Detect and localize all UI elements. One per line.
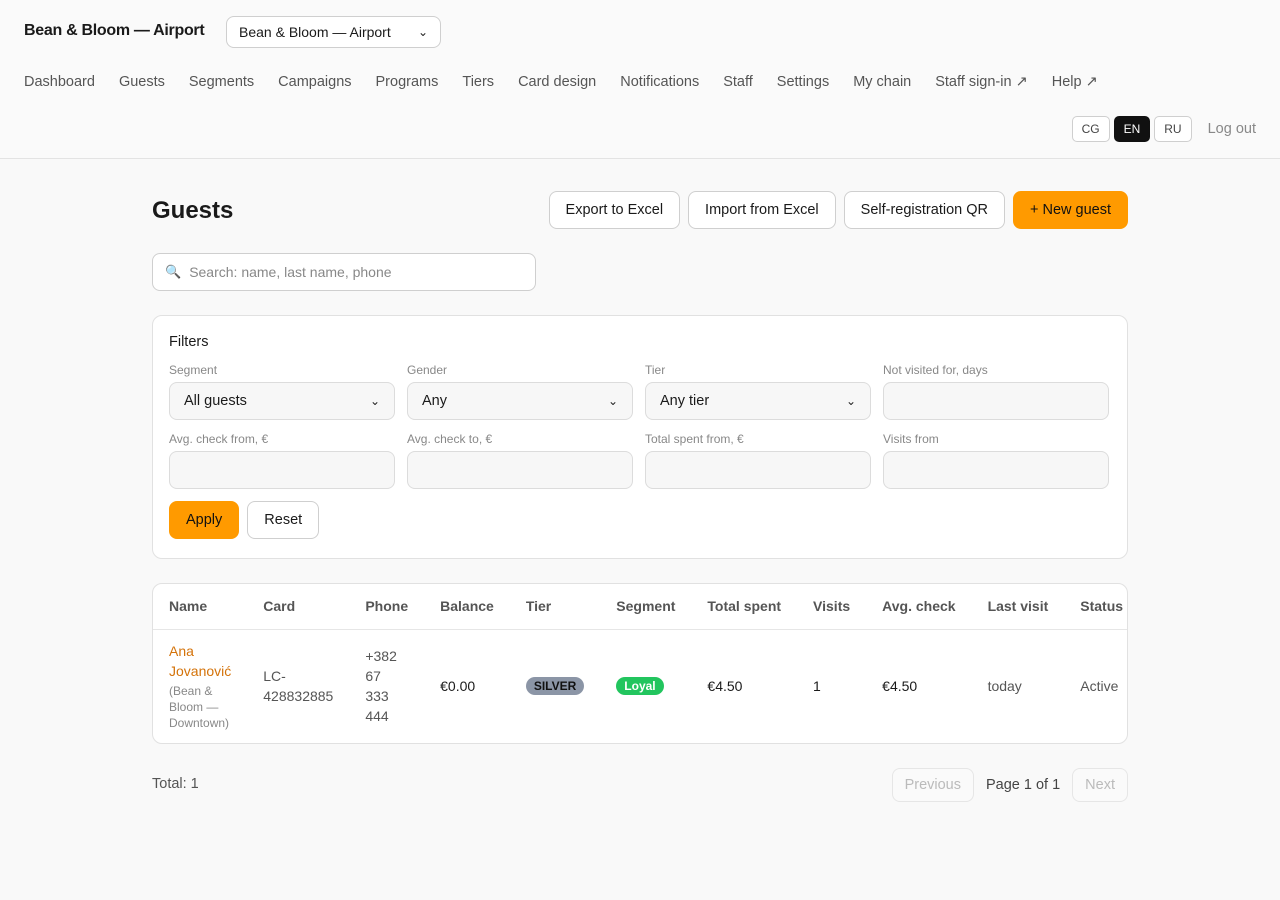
logout-link[interactable]: Log out (1208, 121, 1256, 137)
tier-select[interactable]: Any tier ⌄ (645, 382, 871, 420)
reset-button[interactable]: Reset (247, 501, 320, 539)
table-header-row: Name Card Phone Balance Tier Segment Tot… (153, 584, 1127, 630)
column-header: Total spent (691, 584, 798, 630)
avg-check-cell: €4.50 (882, 678, 918, 695)
nav-card-design[interactable]: Card design (518, 72, 596, 92)
nav-settings[interactable]: Settings (777, 72, 829, 92)
segment-label: Segment (169, 363, 218, 377)
segment-cell: Loyal (600, 629, 691, 743)
page-indicator: Page 1 of 1 (986, 777, 1061, 793)
column-header: Status (1064, 584, 1127, 630)
import-excel-button[interactable]: Import from Excel (688, 191, 836, 229)
column-header: Last visit (971, 584, 1065, 630)
column-header: Phone (349, 584, 425, 630)
not-visited-label: Not visited for, days (883, 363, 988, 377)
total-count: Total: 1 (152, 776, 199, 792)
guest-first-name: Ana (169, 643, 194, 660)
column-header: Balance (424, 584, 510, 630)
chevron-down-icon: ⌄ (417, 25, 428, 39)
chevron-down-icon: ⌄ (607, 394, 618, 408)
segment-select-value: All guests (184, 393, 247, 409)
visits-cell: 1 (813, 678, 821, 695)
venue-select-value: Bean & Bloom — Airport (239, 24, 391, 40)
phone-cell: +382 67 333 444 (365, 648, 397, 725)
gender-select[interactable]: Any ⌄ (407, 382, 633, 420)
lang-cg[interactable]: CG (1071, 116, 1110, 142)
avg-check-from-input[interactable] (169, 451, 395, 489)
filters-panel: Filters Segment All guests ⌄ Gender Any … (152, 315, 1128, 559)
search-input[interactable]: 🔍 Search: name, last name, phone (152, 253, 536, 291)
tier-badge: SILVER (525, 677, 585, 696)
visits-from-input[interactable] (883, 451, 1109, 489)
visits-from-label: Visits from (883, 432, 939, 446)
lang-ru[interactable]: RU (1154, 116, 1192, 142)
chevron-down-icon: ⌄ (845, 394, 856, 408)
gender-select-value: Any (422, 393, 447, 409)
nav-segments[interactable]: Segments (189, 72, 254, 92)
nav-guests[interactable]: Guests (119, 72, 165, 92)
nav-dashboard[interactable]: Dashboard (24, 72, 95, 92)
table-footer: Total: 1 Previous Page 1 of 1 Next (152, 768, 1128, 802)
export-excel-button[interactable]: Export to Excel (548, 191, 681, 229)
tier-cell: SILVER (510, 629, 600, 743)
column-header: Visits (797, 584, 867, 630)
search-icon: 🔍 (165, 264, 182, 279)
apply-button[interactable]: Apply (169, 501, 240, 539)
nav-my-chain[interactable]: My chain (853, 72, 911, 92)
total-spent-from-label: Total spent from, € (645, 432, 744, 446)
total-spent-cell: €4.50 (707, 678, 743, 695)
pagination: Previous Page 1 of 1 Next (891, 768, 1128, 802)
card-cell: LC- 428832885 (263, 668, 334, 705)
search-placeholder: Search: name, last name, phone (189, 264, 392, 280)
chevron-down-icon: ⌄ (369, 394, 380, 408)
new-guest-button[interactable]: + New guest (1012, 191, 1128, 229)
column-header: Name (153, 584, 248, 630)
page-title: Guests (152, 197, 234, 224)
guest-last-name: Jovanović (169, 663, 232, 680)
nav-tiers[interactable]: Tiers (462, 72, 494, 92)
guest-venue: (Bean & Bloom — Downtown) (169, 684, 230, 731)
table-row[interactable]: Ana Jovanović (Bean & Bloom — Downtown) … (153, 629, 1127, 743)
guest-name-cell: Ana Jovanović (Bean & Bloom — Downtown) (153, 629, 247, 743)
next-button[interactable]: Next (1072, 768, 1128, 802)
status-cell: Active (1080, 678, 1119, 695)
top-bar: Bean & Bloom — Airport Bean & Bloom — Ai… (0, 0, 1280, 159)
not-visited-input[interactable] (883, 382, 1109, 420)
filters-title: Filters (169, 334, 209, 350)
column-header: Card (247, 584, 350, 630)
lang-en[interactable]: EN (1113, 116, 1151, 142)
nav-staff-sign-in[interactable]: Staff sign-in ↗ (935, 72, 1027, 92)
nav-campaigns[interactable]: Campaigns (278, 72, 351, 92)
venue-select[interactable]: Bean & Bloom — Airport ⌄ (226, 16, 441, 48)
nav-notifications[interactable]: Notifications (620, 72, 699, 92)
avg-check-to-input[interactable] (407, 451, 633, 489)
nav-programs[interactable]: Programs (376, 72, 439, 92)
guests-table: Name Card Phone Balance Tier Segment Tot… (152, 583, 1128, 744)
total-spent-from-input[interactable] (645, 451, 871, 489)
segment-badge: Loyal (616, 677, 664, 696)
avg-check-from-label: Avg. check from, € (169, 432, 269, 446)
guest-name-link[interactable]: Ana Jovanović (169, 641, 231, 681)
gender-label: Gender (407, 363, 448, 377)
self-registration-qr-button[interactable]: Self-registration QR (843, 191, 1005, 229)
tier-select-value: Any tier (660, 393, 710, 409)
segment-select[interactable]: All guests ⌄ (169, 382, 395, 420)
column-header: Segment (600, 584, 692, 630)
language-switcher: CG EN RU Log out (1071, 116, 1256, 142)
avg-check-to-label: Avg. check to, € (407, 432, 493, 446)
nav-staff[interactable]: Staff (723, 72, 753, 92)
last-visit-cell: today (987, 678, 1022, 695)
nav-help[interactable]: Help ↗ (1052, 72, 1098, 92)
previous-button[interactable]: Previous (891, 768, 974, 802)
tier-label: Tier (645, 363, 666, 377)
column-header: Tier (509, 584, 601, 630)
column-header: Avg. check (866, 584, 972, 630)
page-actions: Export to Excel Import from Excel Self-r… (548, 191, 1128, 229)
main-nav: Dashboard Guests Segments Campaigns Prog… (24, 72, 1122, 92)
balance-cell: €0.00 (440, 678, 476, 695)
brand-title: Bean & Bloom — Airport (24, 22, 205, 39)
